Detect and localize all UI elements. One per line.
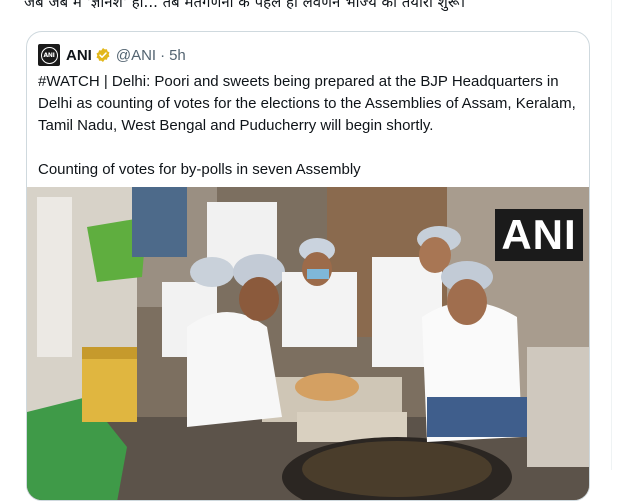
author-display-name[interactable]: ANI	[66, 47, 92, 64]
separator-dot: ·	[160, 46, 166, 64]
quoted-tweet-text: #WATCH | Delhi: Poori and sweets being p…	[38, 71, 578, 181]
quoted-tweet-card[interactable]: ANI ANI @ANI · 5h #WATCH | Delhi: Poori …	[26, 31, 590, 501]
quoted-text-paragraph-1: #WATCH | Delhi: Poori and sweets being p…	[38, 73, 576, 134]
quoted-tweet-header: ANI ANI @ANI · 5h	[38, 44, 186, 66]
author-handle[interactable]: @ANI	[116, 47, 156, 64]
verified-badge-icon	[96, 48, 110, 62]
video-thumbnail[interactable]: ANI	[27, 187, 589, 500]
ani-avatar-text: ANI	[43, 51, 55, 59]
ani-watermark: ANI	[495, 209, 583, 261]
post-timestamp[interactable]: 5h	[169, 47, 186, 64]
timeline-divider	[611, 0, 612, 470]
quoted-text-paragraph-2: Counting of votes for by-polls in seven …	[38, 161, 361, 178]
tweet-text: जब जब मे 'ज्ञानेश' हो... तब मतगणना के पह…	[24, 0, 466, 11]
ani-avatar[interactable]: ANI	[38, 44, 60, 66]
